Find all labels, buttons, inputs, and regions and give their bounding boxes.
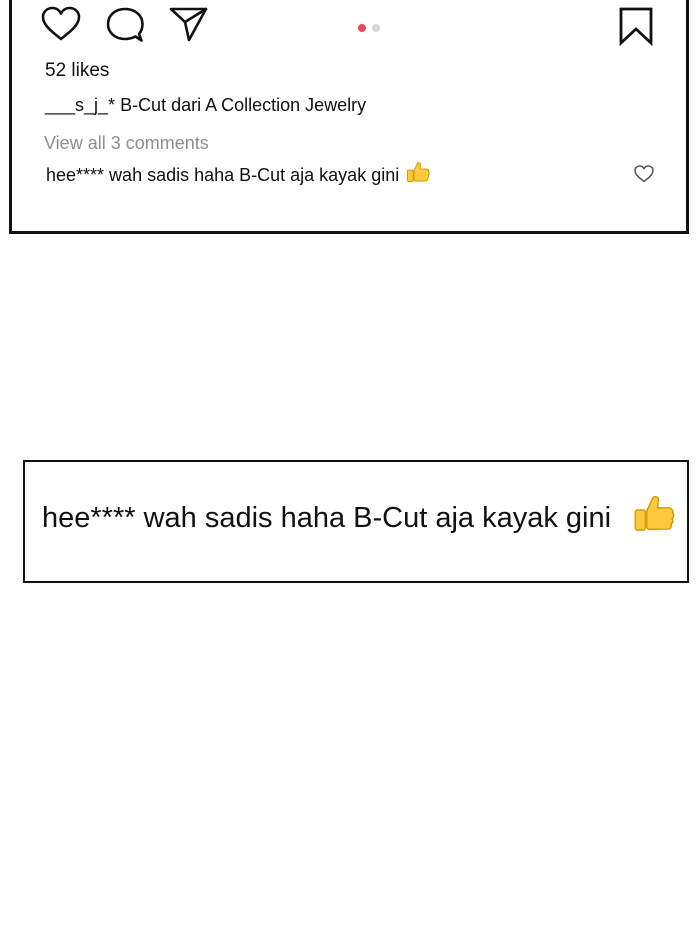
bookmark-icon[interactable] — [618, 6, 654, 46]
instagram-post-card: 52 likes ___s_j_* B-Cut dari A Collection… — [9, 0, 689, 234]
view-all-comments-link[interactable]: View all 3 comments — [44, 133, 209, 154]
comment-row: hee**** wah sadis haha B-Cut aja kayak g… — [46, 160, 431, 191]
heart-icon[interactable] — [41, 6, 81, 42]
thumbs-up-icon — [631, 492, 677, 543]
comment-bubble-icon[interactable] — [106, 7, 144, 43]
post-caption: ___s_j_* B-Cut dari A Collection Jewelry — [45, 95, 366, 116]
zoomed-comment-callout: hee**** wah sadis haha B-Cut aja kayak g… — [23, 460, 689, 583]
caption-username[interactable]: ___s_j_* — [45, 95, 115, 115]
comment-like-heart-icon[interactable] — [634, 165, 654, 183]
carousel-indicator — [358, 24, 380, 32]
carousel-dot-active — [358, 24, 366, 32]
carousel-dot — [372, 24, 380, 32]
thumbs-up-icon — [405, 160, 431, 191]
paper-plane-icon[interactable] — [169, 5, 209, 43]
caption-text: B-Cut dari A Collection Jewelry — [120, 95, 367, 115]
zoomed-comment-text: hee**** wah sadis haha B-Cut aja kayak g… — [42, 502, 612, 534]
likes-count[interactable]: 52 likes — [45, 60, 109, 82]
comment-text: hee**** wah sadis haha B-Cut aja kayak g… — [46, 165, 400, 185]
